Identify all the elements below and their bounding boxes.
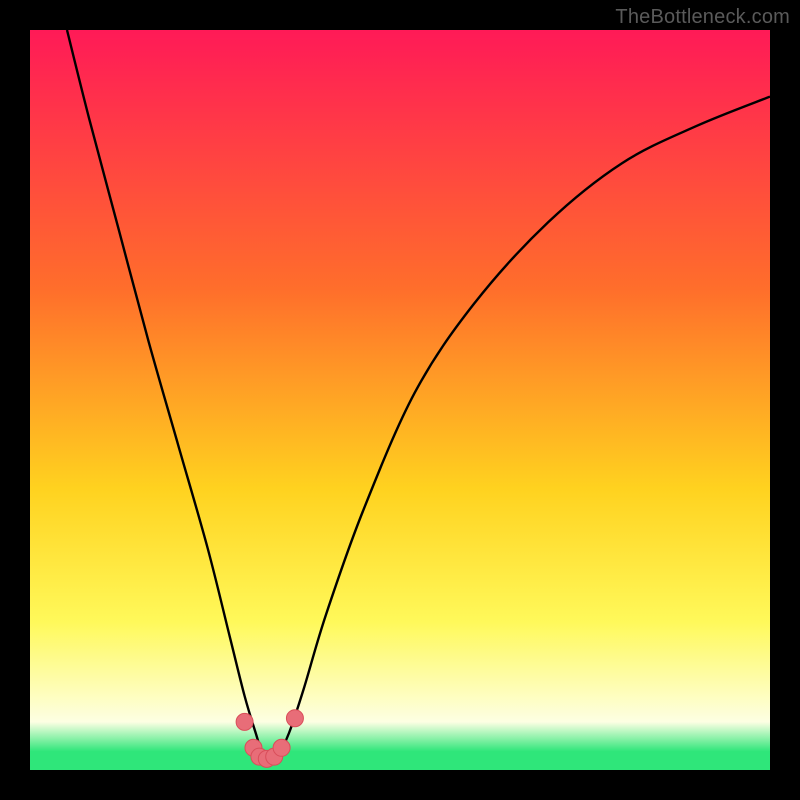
marker-dot [286, 710, 303, 727]
gradient-background [30, 30, 770, 770]
chart-frame: TheBottleneck.com [0, 0, 800, 800]
marker-dot [236, 713, 253, 730]
marker-dot [273, 739, 290, 756]
watermark-text: TheBottleneck.com [615, 6, 790, 29]
plot-area [30, 30, 770, 770]
bottleneck-chart [30, 30, 770, 770]
